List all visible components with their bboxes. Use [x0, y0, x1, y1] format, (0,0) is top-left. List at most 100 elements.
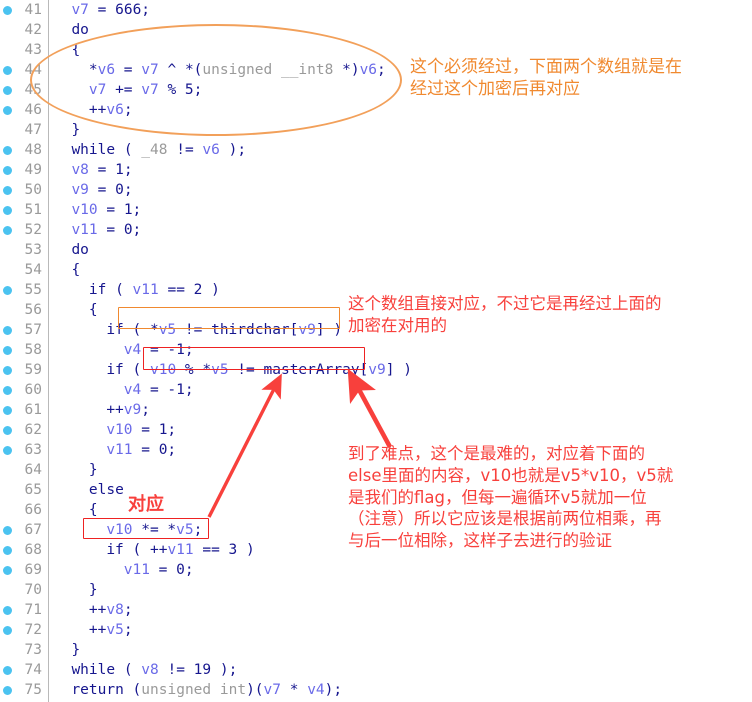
- code-line[interactable]: 63 v11 = 0;: [0, 440, 420, 460]
- code-text: if ( v10 % *v5 != masterArray[v9] ): [106, 360, 412, 380]
- breakpoint-dot-icon[interactable]: [3, 686, 12, 695]
- code-line[interactable]: 57 if ( *v5 != thirdchar[v9] ): [0, 320, 420, 340]
- line-number: 74: [24, 662, 42, 678]
- code-token: *= *: [132, 522, 177, 538]
- code-token: v6: [97, 62, 116, 78]
- breakpoint-dot-icon[interactable]: [3, 66, 12, 75]
- code-line[interactable]: 58 v4 = -1;: [0, 340, 420, 360]
- code-line[interactable]: 41 v7 = 666;: [0, 0, 420, 20]
- code-token: v10: [106, 522, 133, 538]
- code-line[interactable]: 67 v10 *= *v5;: [0, 520, 420, 540]
- code-line[interactable]: 72 ++v5;: [0, 620, 420, 640]
- breakpoint-dot-icon[interactable]: [3, 606, 12, 615]
- code-token: if: [106, 322, 124, 338]
- code-text: {: [89, 300, 98, 320]
- code-token: v7: [141, 62, 159, 78]
- code-line[interactable]: 62 v10 = 1;: [0, 420, 420, 440]
- code-line[interactable]: 61 ++v9;: [0, 400, 420, 420]
- breakpoint-dot-icon[interactable]: [3, 366, 12, 375]
- line-number: 72: [24, 622, 42, 638]
- breakpoint-dot-icon[interactable]: [3, 326, 12, 335]
- code-token: }: [71, 122, 81, 138]
- line-number: 65: [24, 482, 42, 498]
- code-line[interactable]: 65 else: [0, 480, 420, 500]
- breakpoint-dot-icon[interactable]: [3, 346, 12, 355]
- breakpoint-dot-icon[interactable]: [3, 626, 12, 635]
- code-line[interactable]: 60 v4 = -1;: [0, 380, 420, 400]
- breakpoint-dot-icon[interactable]: [3, 146, 12, 155]
- code-token: ;: [123, 622, 133, 638]
- code-line[interactable]: 49 v8 = 1;: [0, 160, 420, 180]
- code-token: ;: [123, 102, 133, 118]
- breakpoint-dot-icon[interactable]: [3, 206, 12, 215]
- breakpoint-dot-icon[interactable]: [3, 386, 12, 395]
- code-line[interactable]: 69 v11 = 0;: [0, 560, 420, 580]
- breakpoint-dot-icon[interactable]: [3, 86, 12, 95]
- breakpoint-dot-icon[interactable]: [3, 406, 12, 415]
- line-number: 62: [24, 422, 42, 438]
- breakpoint-dot-icon[interactable]: [3, 286, 12, 295]
- breakpoint-dot-icon[interactable]: [3, 166, 12, 175]
- code-line[interactable]: 51 v10 = 1;: [0, 200, 420, 220]
- code-line[interactable]: 56 {: [0, 300, 420, 320]
- code-token: = 1;: [88, 162, 133, 178]
- code-line[interactable]: 48 while ( _48 != v6 );: [0, 140, 420, 160]
- code-line[interactable]: 43 {: [0, 40, 420, 60]
- breakpoint-dot-icon[interactable]: [3, 186, 12, 195]
- breakpoint-dot-icon[interactable]: [3, 666, 12, 675]
- code-token: _48: [141, 142, 168, 158]
- code-token: ;: [377, 62, 386, 78]
- code-token: {: [71, 42, 81, 58]
- code-token: == 3 ): [193, 542, 255, 558]
- code-line[interactable]: 44 *v6 = v7 ^ *(unsigned __int8 *)v6;: [0, 60, 420, 80]
- code-line[interactable]: 75 return (unsigned int)(v7 * v4);: [0, 680, 420, 700]
- line-number: 69: [24, 562, 42, 578]
- code-token: =: [88, 2, 116, 18]
- code-token: v10: [71, 202, 98, 218]
- breakpoint-dot-icon[interactable]: [3, 526, 12, 535]
- code-token: if: [106, 542, 124, 558]
- code-text: do: [71, 240, 88, 260]
- code-line[interactable]: 74 while ( v8 != 19 );: [0, 660, 420, 680]
- code-line[interactable]: 71 ++v8;: [0, 600, 420, 620]
- code-line[interactable]: 53 do: [0, 240, 420, 260]
- breakpoint-dot-icon[interactable]: [3, 546, 12, 555]
- breakpoint-dot-icon[interactable]: [3, 6, 12, 15]
- code-token: v11: [71, 222, 98, 238]
- code-token: [: [359, 362, 369, 378]
- line-number: 58: [24, 342, 42, 358]
- code-token: !=: [228, 362, 264, 378]
- line-number: 60: [24, 382, 42, 398]
- code-line[interactable]: 59 if ( v10 % *v5 != masterArray[v9] ): [0, 360, 420, 380]
- code-line[interactable]: 50 v9 = 0;: [0, 180, 420, 200]
- code-line[interactable]: 70}: [0, 580, 420, 600]
- code-token: else: [88, 482, 124, 498]
- code-lines-container[interactable]: 41 v7 = 666; 42 do 43{44 *v6 = v7 ^ *(unsigne…: [0, 0, 420, 700]
- breakpoint-dot-icon[interactable]: [3, 426, 12, 435]
- code-line[interactable]: 52 v11 = 0;: [0, 220, 420, 240]
- code-text: }: [89, 460, 98, 480]
- code-line[interactable]: 54 {: [0, 260, 420, 280]
- code-line[interactable]: 73}: [0, 640, 420, 660]
- code-token: *): [333, 62, 360, 78]
- code-text: {: [89, 500, 98, 520]
- breakpoint-dot-icon[interactable]: [3, 446, 12, 455]
- code-line[interactable]: 64}: [0, 460, 420, 480]
- breakpoint-dot-icon[interactable]: [3, 566, 12, 575]
- code-line[interactable]: 55 if ( v11 == 2 ): [0, 280, 420, 300]
- code-line[interactable]: 68 if ( ++v11 == 3 ): [0, 540, 420, 560]
- code-line[interactable]: 66 {: [0, 500, 420, 520]
- code-token: );: [219, 142, 247, 158]
- code-line[interactable]: 45 v7 += v7 % 5;: [0, 80, 420, 100]
- breakpoint-dot-icon[interactable]: [3, 226, 12, 235]
- code-text: ++v6;: [89, 100, 133, 120]
- code-line[interactable]: 46 ++v6;: [0, 100, 420, 120]
- code-line[interactable]: 42 do: [0, 20, 420, 40]
- line-number: 68: [24, 542, 42, 558]
- pseudocode-listing[interactable]: 41 v7 = 666; 42 do 43{44 *v6 = v7 ^ *(unsigne…: [0, 0, 420, 702]
- breakpoint-dot-icon[interactable]: [3, 106, 12, 115]
- code-token: v4: [307, 682, 325, 698]
- line-number: 41: [24, 2, 42, 18]
- code-token: v8: [141, 662, 159, 678]
- code-line[interactable]: 47}: [0, 120, 420, 140]
